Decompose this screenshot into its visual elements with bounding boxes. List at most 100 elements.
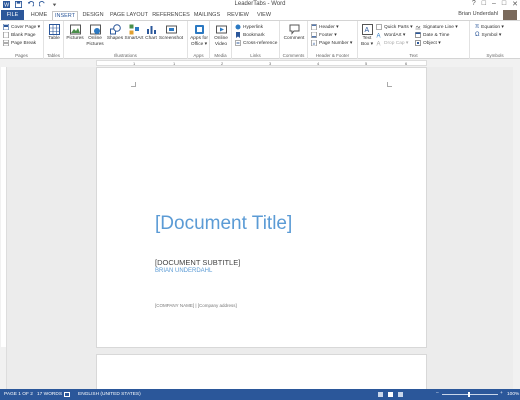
text-box-icon: A — [361, 24, 373, 35]
pictures-button[interactable]: Pictures — [66, 24, 84, 42]
ruler-number: 3 — [269, 61, 272, 66]
group-text: A Text Box ▾ Quick Parts ▾ A WordArt ▾ A Dr… — [358, 21, 470, 59]
quick-parts-icon — [376, 24, 382, 30]
read-mode-icon[interactable] — [378, 392, 383, 397]
text-box-button[interactable]: A Text Box ▾ — [359, 24, 375, 47]
date-time-button[interactable]: Date & Time — [415, 32, 449, 38]
group-label-apps: Apps — [193, 53, 204, 58]
help-icon[interactable]: ? — [472, 0, 476, 8]
status-bar: PAGE 1 OF 2 17 WORDS ENGLISH (UNITED STA… — [0, 389, 520, 400]
close-icon[interactable]: ✕ — [512, 0, 518, 8]
page-count[interactable]: PAGE 1 OF 2 — [4, 392, 33, 397]
group-media: Online Video Media — [210, 21, 232, 59]
cover-page-button[interactable]: Cover Page ▾ — [3, 24, 40, 30]
tab-page-layout[interactable]: PAGE LAYOUT — [108, 11, 150, 20]
user-name[interactable]: Brian Underdahl — [458, 11, 498, 17]
cross-reference-button[interactable]: Cross-reference — [235, 40, 277, 46]
pi-icon: π — [475, 24, 480, 30]
quick-parts-button[interactable]: Quick Parts ▾ — [376, 24, 413, 30]
minimize-icon[interactable]: – — [492, 0, 496, 8]
proofing-icon[interactable] — [64, 392, 70, 397]
table-icon — [48, 24, 60, 35]
group-label-text: Text — [409, 53, 418, 58]
avatar[interactable] — [503, 10, 517, 20]
zoom-in-button[interactable]: + — [500, 391, 503, 396]
header-icon — [311, 24, 317, 30]
ribbon-display-icon[interactable]: □ — [482, 0, 486, 8]
hyperlink-button[interactable]: Hyperlink — [235, 24, 263, 30]
svg-text:A: A — [377, 34, 381, 39]
tab-home[interactable]: HOME — [27, 11, 51, 20]
omega-icon: Ω — [475, 32, 480, 38]
smartart-icon — [129, 24, 139, 35]
group-pages: Cover Page ▾ Blank Page Page Break Pages — [0, 21, 44, 59]
vertical-ruler[interactable] — [0, 67, 7, 389]
group-symbols: π Equation ▾ Ω Symbol ▾ Symbols — [470, 21, 520, 59]
group-tables: Table Tables — [44, 21, 64, 59]
screenshot-button[interactable]: Screenshot — [158, 24, 184, 42]
maximize-icon[interactable]: □ — [502, 0, 506, 8]
ruler-number: 1 — [173, 61, 176, 66]
horizontal-ruler[interactable]: 1 1 2 3 4 5 6 — [96, 60, 427, 66]
tab-review[interactable]: REVIEW — [224, 11, 252, 20]
zoom-slider[interactable] — [442, 394, 498, 395]
object-button[interactable]: Object ▾ — [415, 40, 441, 46]
equation-button[interactable]: π Equation ▾ — [475, 24, 504, 30]
table-button[interactable]: Table — [46, 24, 62, 42]
pictures-icon — [69, 24, 81, 35]
tab-file[interactable]: FILE — [1, 10, 24, 20]
word-count[interactable]: 17 WORDS — [37, 392, 62, 397]
header-button[interactable]: Header ▾ — [311, 24, 338, 30]
group-label-illustrations: Illustrations — [114, 53, 137, 58]
tab-design[interactable]: DESIGN — [80, 11, 106, 20]
group-label-media: Media — [214, 53, 227, 58]
screenshot-icon — [165, 25, 177, 34]
web-layout-icon[interactable] — [398, 392, 403, 397]
group-links: Hyperlink Bookmark Cross-reference Links — [232, 21, 280, 59]
page-2[interactable] — [96, 354, 427, 394]
document-author[interactable]: BRIAN UNDERDAHL — [155, 268, 212, 274]
smartart-button[interactable]: SmartArt — [124, 24, 144, 42]
tab-insert[interactable]: INSERT — [52, 11, 78, 20]
document-subtitle[interactable]: [DOCUMENT SUBTITLE] — [155, 258, 240, 267]
blank-page-button[interactable]: Blank Page — [3, 32, 36, 38]
window-controls: ? □ – □ ✕ — [472, 0, 518, 8]
margin-marker — [131, 82, 136, 87]
symbol-button[interactable]: Ω Symbol ▾ — [475, 32, 501, 38]
document-title[interactable]: [Document Title] — [155, 213, 292, 235]
apps-for-office-button[interactable]: Apps for Office ▾ — [189, 24, 209, 47]
print-layout-icon[interactable] — [388, 392, 393, 397]
online-pictures-button[interactable]: Online Pictures — [85, 24, 105, 47]
comment-button[interactable]: Comment — [282, 24, 306, 42]
footer-button[interactable]: Footer ▾ — [311, 32, 337, 38]
ruler-number: 6 — [405, 61, 408, 66]
vertical-ruler-track — [1, 67, 6, 347]
chart-button[interactable]: Chart — [144, 24, 158, 42]
group-label-header-footer: Header & Footer — [315, 53, 350, 58]
page-1[interactable]: [Document Title] [DOCUMENT SUBTITLE] BRI… — [96, 67, 427, 348]
tab-view[interactable]: VIEW — [254, 11, 274, 20]
margin-marker — [387, 82, 392, 87]
zoom-out-button[interactable]: – — [436, 391, 439, 396]
wordart-button[interactable]: A WordArt ▾ — [376, 32, 406, 39]
page-break-button[interactable]: Page Break — [3, 40, 36, 46]
language[interactable]: ENGLISH (UNITED STATES) — [78, 392, 141, 397]
group-label-tables: Tables — [46, 53, 60, 58]
vertical-scrollbar[interactable] — [513, 67, 520, 389]
online-video-button[interactable]: Online Video — [211, 24, 231, 47]
shapes-button[interactable]: Shapes — [106, 24, 124, 42]
drop-cap-button[interactable]: A Drop Cap ▾ — [376, 40, 409, 47]
tab-mailings[interactable]: MAILINGS — [192, 11, 222, 20]
zoom-slider-thumb[interactable] — [468, 392, 470, 397]
signature-line-button[interactable]: Signature Line ▾ — [415, 24, 458, 30]
footer-icon — [311, 32, 317, 38]
zoom-level[interactable]: 100% — [507, 392, 519, 397]
tab-references[interactable]: REFERENCES — [152, 11, 190, 20]
window-title: LeaderTabs - Word — [234, 1, 286, 7]
page-number-button[interactable]: # Page Number ▾ — [311, 40, 352, 46]
company-info[interactable]: [COMPANY NAME] | [Company address] — [155, 303, 237, 308]
cover-page-icon — [3, 24, 9, 30]
bookmark-button[interactable]: Bookmark — [235, 32, 265, 38]
signature-icon — [415, 25, 421, 30]
group-illustrations: Pictures Online Pictures Shapes SmartArt… — [64, 21, 188, 59]
